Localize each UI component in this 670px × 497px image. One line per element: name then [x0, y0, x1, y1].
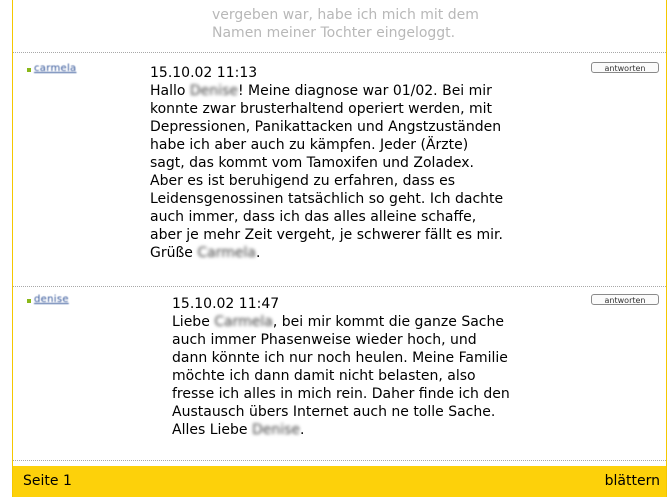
post-text-segment: Leidensgenossinen tatsächlich so geht. I… — [150, 191, 504, 207]
pagination-bar: Seite 1 blättern — [13, 466, 666, 497]
post-text-segment: habe ich aber auch zu kämpfen. Jeder (Är… — [150, 137, 469, 153]
reply-button[interactable]: antworten — [591, 62, 659, 73]
previous-post-line: vergeben war, habe ich mich mit dem — [212, 7, 479, 23]
post-text-line: auch immer, dass ich das alles alleine s… — [150, 208, 550, 226]
post-text-line: Alles Liebe Denise. — [172, 421, 572, 439]
post-text-line: möchte ich dann damit nicht belasten, al… — [172, 367, 572, 385]
post-body: 15.10.02 11:47 Liebe Carmela, bei mir ko… — [172, 295, 572, 439]
post-text-segment: . — [255, 245, 261, 261]
post-text-line: Leidensgenossinen tatsächlich so geht. I… — [150, 190, 550, 208]
post-text-segment: möchte ich dann damit nicht belasten, al… — [172, 368, 476, 384]
post-author-link[interactable]: denise — [34, 294, 69, 305]
post-text-segment: Liebe — [172, 314, 215, 330]
post-text-segment: aber je mehr Zeit vergeht, je schwerer f… — [150, 227, 503, 243]
post-text: Hallo Denise! Meine diagnose war 01/02. … — [150, 82, 550, 262]
post-separator — [13, 52, 666, 53]
post-body: 15.10.02 11:13 Hallo Denise! Meine diagn… — [150, 64, 550, 262]
post-text-line: Hallo Denise! Meine diagnose war 01/02. … — [150, 82, 550, 100]
post-text-segment: Austausch übers Internet auch ne tolle S… — [172, 404, 496, 420]
post-text-line: Depressionen, Panikattacken und Angstzus… — [150, 118, 550, 136]
next-page-link[interactable]: blättern — [605, 466, 660, 497]
post-text-segment: Depressionen, Panikattacken und Angstzus… — [150, 119, 502, 135]
post-separator — [13, 460, 666, 461]
redacted-name: Denise — [189, 83, 238, 99]
post-text-segment: Aber es ist beruhigend zu erfahren, dass… — [150, 173, 456, 189]
post-text-line: Aber es ist beruhigend zu erfahren, dass… — [150, 172, 550, 190]
post-text-segment: , bei mir kommt die ganze Sache — [272, 314, 504, 330]
post-text-segment: konnte zwar brusterhaltend operiert werd… — [150, 101, 493, 117]
post-text-segment: . — [300, 422, 305, 438]
post-text-segment: ! Meine diagnose war 01/02. Bei mir — [237, 83, 492, 99]
post-text-segment: fresse ich alles in mich rein. Daher fin… — [172, 386, 510, 402]
post-text-segment: auch immer Phasenweise wieder hoch, und — [172, 332, 477, 348]
previous-post-fragment: vergeben war, habe ich mich mit dem Name… — [212, 6, 592, 42]
previous-post-line: Namen meiner Tochter eingeloggt. — [212, 25, 456, 41]
post-author-link[interactable]: carmela — [34, 63, 76, 74]
post-text-line: auch immer Phasenweise wieder hoch, und — [172, 331, 572, 349]
reply-button[interactable]: antworten — [591, 294, 659, 305]
post-text-segment: Alles Liebe — [172, 422, 252, 438]
bullet-icon — [27, 68, 31, 72]
page-indicator: Seite 1 — [23, 473, 72, 489]
post-text-line: dann könnte ich nur noch heulen. Meine F… — [172, 349, 572, 367]
post-text-segment: Grüße — [150, 245, 198, 261]
post-text-line: fresse ich alles in mich rein. Daher fin… — [172, 385, 572, 403]
post-text-segment: auch immer, dass ich das alles alleine s… — [150, 209, 477, 225]
post-separator — [13, 286, 666, 287]
post-text-line: Grüße Carmela. — [150, 244, 550, 262]
post-text-line: konnte zwar brusterhaltend operiert werd… — [150, 100, 550, 118]
redacted-name: Carmela — [197, 245, 256, 261]
post-text-line: Liebe Carmela, bei mir kommt die ganze S… — [172, 313, 572, 331]
post-timestamp: 15.10.02 11:13 — [150, 65, 258, 81]
post-text-line: sagt, das kommt vom Tamoxifen und Zolade… — [150, 154, 550, 172]
post-text-line: Austausch übers Internet auch ne tolle S… — [172, 403, 572, 421]
bullet-icon — [27, 299, 31, 303]
redacted-name: Carmela — [214, 314, 273, 330]
post-text-segment: Hallo — [150, 83, 190, 99]
redacted-name: Denise — [251, 422, 301, 438]
post-text: Liebe Carmela, bei mir kommt die ganze S… — [172, 313, 572, 439]
post-timestamp: 15.10.02 11:47 — [172, 296, 280, 312]
post-text-line: habe ich aber auch zu kämpfen. Jeder (Är… — [150, 136, 550, 154]
post-text-line: aber je mehr Zeit vergeht, je schwerer f… — [150, 226, 550, 244]
post-text-segment: sagt, das kommt vom Tamoxifen und Zolade… — [150, 155, 475, 171]
post-text-segment: dann könnte ich nur noch heulen. Meine F… — [172, 350, 508, 366]
